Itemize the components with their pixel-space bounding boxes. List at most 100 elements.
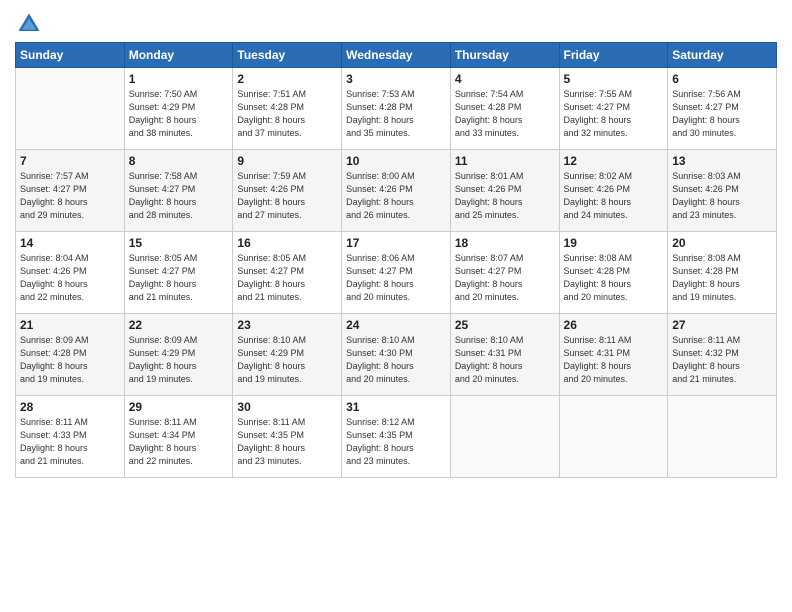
day-header-wednesday: Wednesday <box>342 43 451 68</box>
logo-icon <box>15 10 43 38</box>
day-number: 1 <box>129 72 229 86</box>
day-info: Sunrise: 8:04 AMSunset: 4:26 PMDaylight:… <box>20 252 120 304</box>
calendar-cell: 2 Sunrise: 7:51 AMSunset: 4:28 PMDaylight… <box>233 68 342 150</box>
calendar-cell <box>16 68 125 150</box>
day-number: 18 <box>455 236 555 250</box>
calendar-cell: 5 Sunrise: 7:55 AMSunset: 4:27 PMDaylight… <box>559 68 668 150</box>
calendar-cell: 12 Sunrise: 8:02 AMSunset: 4:26 PMDayligh… <box>559 150 668 232</box>
day-number: 5 <box>564 72 664 86</box>
day-number: 15 <box>129 236 229 250</box>
calendar-cell: 31 Sunrise: 8:12 AMSunset: 4:35 PMDayligh… <box>342 396 451 478</box>
day-info: Sunrise: 8:10 AMSunset: 4:31 PMDaylight:… <box>455 334 555 386</box>
day-info: Sunrise: 8:10 AMSunset: 4:29 PMDaylight:… <box>237 334 337 386</box>
calendar-week-row: 21Sunrise: 8:09 AMSunset: 4:28 PMDayligh… <box>16 314 777 396</box>
day-header-tuesday: Tuesday <box>233 43 342 68</box>
day-info: Sunrise: 7:58 AMSunset: 4:27 PMDaylight:… <box>129 170 229 222</box>
calendar-cell: 1 Sunrise: 7:50 AMSunset: 4:29 PMDaylight… <box>124 68 233 150</box>
day-number: 29 <box>129 400 229 414</box>
calendar-cell: 17Sunrise: 8:06 AMSunset: 4:27 PMDayligh… <box>342 232 451 314</box>
calendar-week-row: 14 Sunrise: 8:04 AMSunset: 4:26 PMDayligh… <box>16 232 777 314</box>
calendar-cell: 18Sunrise: 8:07 AMSunset: 4:27 PMDayligh… <box>450 232 559 314</box>
calendar-cell: 30 Sunrise: 8:11 AMSunset: 4:35 PMDayligh… <box>233 396 342 478</box>
day-number: 11 <box>455 154 555 168</box>
calendar-cell: 9 Sunrise: 7:59 AMSunset: 4:26 PMDaylight… <box>233 150 342 232</box>
day-info: Sunrise: 8:11 AMSunset: 4:33 PMDaylight:… <box>20 416 120 468</box>
day-number: 24 <box>346 318 446 332</box>
calendar-cell <box>450 396 559 478</box>
day-info: Sunrise: 7:59 AMSunset: 4:26 PMDaylight:… <box>237 170 337 222</box>
calendar-cell <box>559 396 668 478</box>
day-number: 21 <box>20 318 120 332</box>
calendar-cell: 13 Sunrise: 8:03 AMSunset: 4:26 PMDayligh… <box>668 150 777 232</box>
day-info: Sunrise: 8:03 AMSunset: 4:26 PMDaylight:… <box>672 170 772 222</box>
day-number: 14 <box>20 236 120 250</box>
calendar-week-row: 7 Sunrise: 7:57 AMSunset: 4:27 PMDaylight… <box>16 150 777 232</box>
day-header-friday: Friday <box>559 43 668 68</box>
day-number: 3 <box>346 72 446 86</box>
day-number: 30 <box>237 400 337 414</box>
day-number: 9 <box>237 154 337 168</box>
calendar-cell: 22 Sunrise: 8:09 AMSunset: 4:29 PMDayligh… <box>124 314 233 396</box>
day-info: Sunrise: 8:08 AMSunset: 4:28 PMDaylight:… <box>564 252 664 304</box>
calendar-cell: 25Sunrise: 8:10 AMSunset: 4:31 PMDayligh… <box>450 314 559 396</box>
day-info: Sunrise: 8:11 AMSunset: 4:32 PMDaylight:… <box>672 334 772 386</box>
calendar-header-row: SundayMondayTuesdayWednesdayThursdayFrid… <box>16 43 777 68</box>
day-info: Sunrise: 8:10 AMSunset: 4:30 PMDaylight:… <box>346 334 446 386</box>
calendar-cell: 4 Sunrise: 7:54 AMSunset: 4:28 PMDaylight… <box>450 68 559 150</box>
calendar-table: SundayMondayTuesdayWednesdayThursdayFrid… <box>15 42 777 478</box>
calendar-cell: 27 Sunrise: 8:11 AMSunset: 4:32 PMDayligh… <box>668 314 777 396</box>
logo <box>15 10 47 38</box>
calendar-cell: 24 Sunrise: 8:10 AMSunset: 4:30 PMDayligh… <box>342 314 451 396</box>
day-header-saturday: Saturday <box>668 43 777 68</box>
day-number: 19 <box>564 236 664 250</box>
header <box>15 10 777 38</box>
day-info: Sunrise: 7:54 AMSunset: 4:28 PMDaylight:… <box>455 88 555 140</box>
calendar-cell <box>668 396 777 478</box>
day-info: Sunrise: 7:51 AMSunset: 4:28 PMDaylight:… <box>237 88 337 140</box>
calendar-cell: 28 Sunrise: 8:11 AMSunset: 4:33 PMDayligh… <box>16 396 125 478</box>
day-info: Sunrise: 8:12 AMSunset: 4:35 PMDaylight:… <box>346 416 446 468</box>
calendar-cell: 21Sunrise: 8:09 AMSunset: 4:28 PMDayligh… <box>16 314 125 396</box>
day-number: 22 <box>129 318 229 332</box>
calendar-cell: 7 Sunrise: 7:57 AMSunset: 4:27 PMDaylight… <box>16 150 125 232</box>
day-info: Sunrise: 7:55 AMSunset: 4:27 PMDaylight:… <box>564 88 664 140</box>
day-info: Sunrise: 8:11 AMSunset: 4:34 PMDaylight:… <box>129 416 229 468</box>
day-info: Sunrise: 8:00 AMSunset: 4:26 PMDaylight:… <box>346 170 446 222</box>
day-number: 13 <box>672 154 772 168</box>
day-info: Sunrise: 8:11 AMSunset: 4:31 PMDaylight:… <box>564 334 664 386</box>
day-info: Sunrise: 8:02 AMSunset: 4:26 PMDaylight:… <box>564 170 664 222</box>
day-header-monday: Monday <box>124 43 233 68</box>
day-info: Sunrise: 7:50 AMSunset: 4:29 PMDaylight:… <box>129 88 229 140</box>
day-header-thursday: Thursday <box>450 43 559 68</box>
day-info: Sunrise: 8:11 AMSunset: 4:35 PMDaylight:… <box>237 416 337 468</box>
calendar-cell: 3 Sunrise: 7:53 AMSunset: 4:28 PMDaylight… <box>342 68 451 150</box>
day-number: 8 <box>129 154 229 168</box>
day-number: 2 <box>237 72 337 86</box>
day-info: Sunrise: 7:57 AMSunset: 4:27 PMDaylight:… <box>20 170 120 222</box>
calendar-cell: 20Sunrise: 8:08 AMSunset: 4:28 PMDayligh… <box>668 232 777 314</box>
calendar-cell: 8 Sunrise: 7:58 AMSunset: 4:27 PMDaylight… <box>124 150 233 232</box>
calendar-cell: 16 Sunrise: 8:05 AMSunset: 4:27 PMDayligh… <box>233 232 342 314</box>
day-info: Sunrise: 7:53 AMSunset: 4:28 PMDaylight:… <box>346 88 446 140</box>
calendar-cell: 26Sunrise: 8:11 AMSunset: 4:31 PMDayligh… <box>559 314 668 396</box>
day-number: 31 <box>346 400 446 414</box>
day-number: 16 <box>237 236 337 250</box>
day-info: Sunrise: 8:05 AMSunset: 4:27 PMDaylight:… <box>237 252 337 304</box>
day-info: Sunrise: 8:09 AMSunset: 4:29 PMDaylight:… <box>129 334 229 386</box>
day-number: 7 <box>20 154 120 168</box>
day-number: 4 <box>455 72 555 86</box>
day-number: 27 <box>672 318 772 332</box>
page-container: SundayMondayTuesdayWednesdayThursdayFrid… <box>0 0 792 612</box>
calendar-cell: 14 Sunrise: 8:04 AMSunset: 4:26 PMDayligh… <box>16 232 125 314</box>
day-number: 28 <box>20 400 120 414</box>
day-number: 20 <box>672 236 772 250</box>
calendar-week-row: 1 Sunrise: 7:50 AMSunset: 4:29 PMDaylight… <box>16 68 777 150</box>
calendar-cell: 19 Sunrise: 8:08 AMSunset: 4:28 PMDayligh… <box>559 232 668 314</box>
day-info: Sunrise: 8:05 AMSunset: 4:27 PMDaylight:… <box>129 252 229 304</box>
day-number: 12 <box>564 154 664 168</box>
calendar-cell: 29 Sunrise: 8:11 AMSunset: 4:34 PMDayligh… <box>124 396 233 478</box>
day-info: Sunrise: 8:06 AMSunset: 4:27 PMDaylight:… <box>346 252 446 304</box>
day-number: 6 <box>672 72 772 86</box>
day-number: 10 <box>346 154 446 168</box>
calendar-week-row: 28 Sunrise: 8:11 AMSunset: 4:33 PMDayligh… <box>16 396 777 478</box>
